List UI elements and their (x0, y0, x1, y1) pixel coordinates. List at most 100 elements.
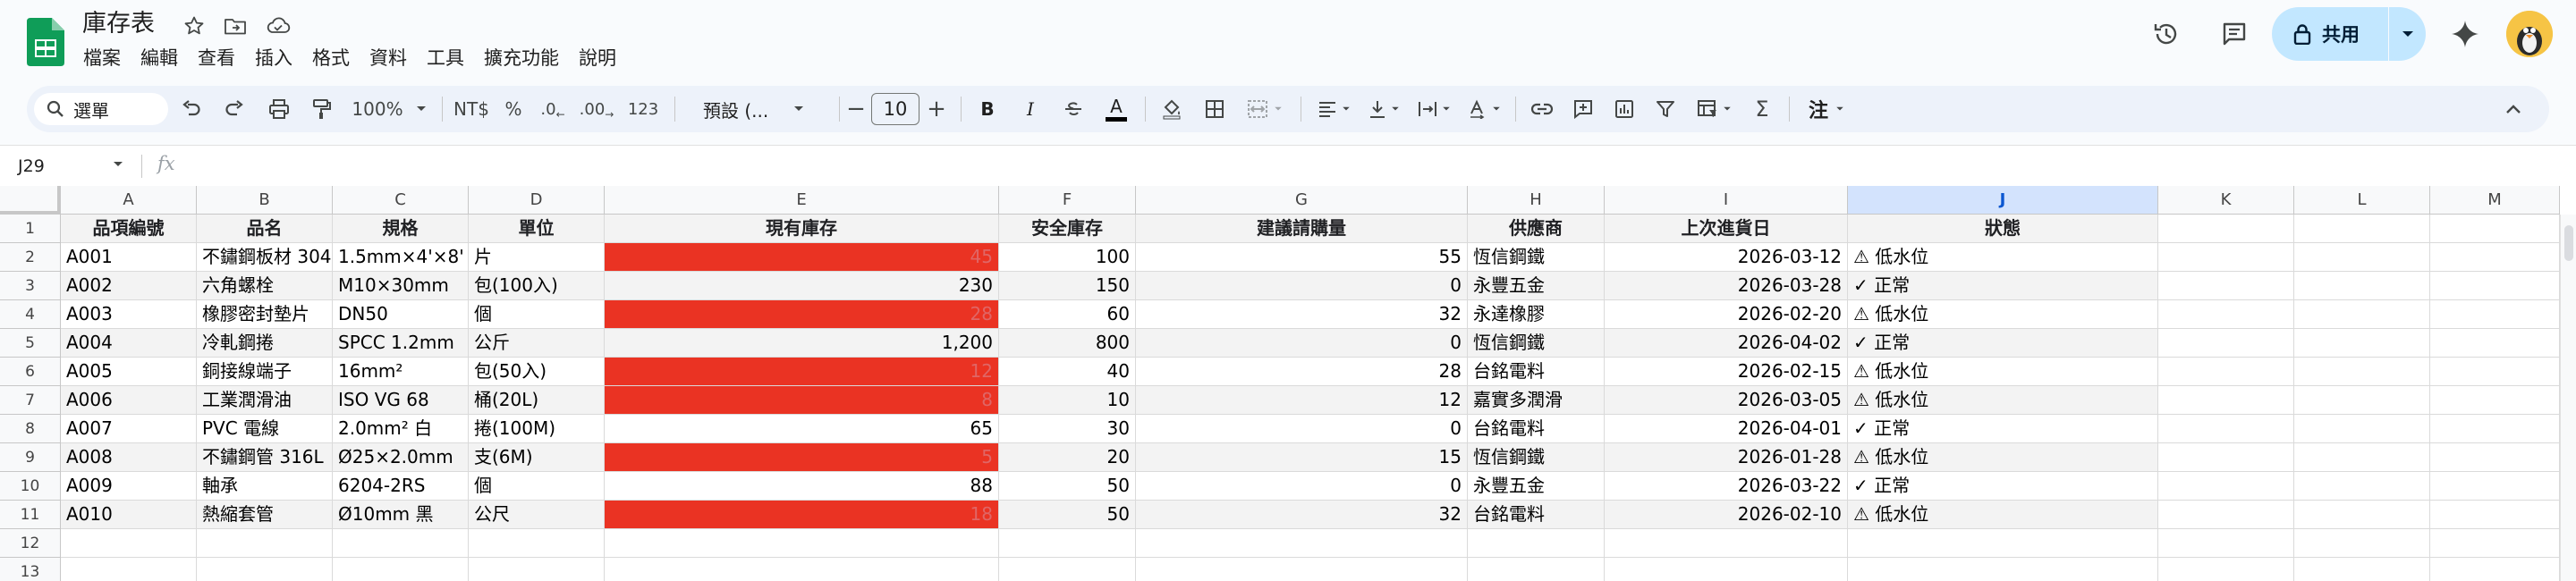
table-cell[interactable] (333, 558, 469, 581)
table-cell[interactable] (2158, 529, 2294, 558)
table-cell[interactable]: 2026-03-28 (1605, 272, 1848, 300)
version-history-icon[interactable] (2148, 16, 2184, 52)
table-cell[interactable] (2430, 329, 2560, 358)
table-cell[interactable]: ⚠ 低水位 (1848, 386, 2158, 415)
column-header-k[interactable]: K (2158, 186, 2294, 215)
row-header-4[interactable]: 4 (0, 300, 61, 329)
table-cell[interactable] (999, 529, 1136, 558)
table-cell[interactable] (2430, 243, 2560, 272)
filter-icon[interactable] (1649, 93, 1682, 125)
table-cell[interactable]: 包(50入) (469, 358, 605, 386)
row-header-12[interactable]: 12 (0, 529, 61, 558)
table-cell[interactable]: 5 (605, 443, 999, 472)
header-cell[interactable]: 供應商 (1468, 215, 1605, 243)
table-cell[interactable]: 16mm² (333, 358, 469, 386)
table-cell[interactable] (1468, 529, 1605, 558)
table-cell[interactable] (197, 529, 333, 558)
table-cell[interactable]: 30 (999, 415, 1136, 443)
italic-button[interactable]: I (1014, 93, 1046, 125)
row-header-13[interactable]: 13 (0, 558, 61, 581)
table-cell[interactable]: 18 (605, 501, 999, 529)
vertical-align-icon[interactable] (1361, 93, 1406, 125)
table-cell[interactable]: 10 (999, 386, 1136, 415)
table-cell[interactable] (2430, 529, 2560, 558)
font-size-input[interactable]: 10 (871, 93, 919, 125)
horizontal-align-icon[interactable] (1311, 93, 1356, 125)
table-cell[interactable]: 12 (605, 358, 999, 386)
table-cell[interactable] (2294, 272, 2430, 300)
table-cell[interactable]: 台銘電料 (1468, 415, 1605, 443)
table-cell[interactable]: 片 (469, 243, 605, 272)
move-to-folder-icon[interactable] (220, 11, 250, 41)
table-cell[interactable] (999, 558, 1136, 581)
chevron-down-icon[interactable] (2389, 7, 2426, 61)
table-cell[interactable] (469, 558, 605, 581)
table-cell[interactable] (2294, 215, 2430, 243)
column-header-j[interactable]: J (1848, 186, 2158, 215)
table-cell[interactable]: 六角螺栓 (197, 272, 333, 300)
table-cell[interactable]: 恆信鋼鐵 (1468, 243, 1605, 272)
table-cell[interactable] (197, 558, 333, 581)
row-header-8[interactable]: 8 (0, 415, 61, 443)
menu-edit[interactable]: 編輯 (131, 45, 188, 72)
table-cell[interactable]: A002 (61, 272, 197, 300)
table-cell[interactable] (2294, 243, 2430, 272)
column-header-l[interactable]: L (2294, 186, 2430, 215)
table-cell[interactable]: Ø25×2.0mm (333, 443, 469, 472)
table-cell[interactable] (2430, 415, 2560, 443)
table-cell[interactable] (1848, 529, 2158, 558)
table-cell[interactable]: 1,200 (605, 329, 999, 358)
table-cell[interactable]: Ø10mm 黑 (333, 501, 469, 529)
text-rotation-icon[interactable] (1462, 93, 1506, 125)
table-cell[interactable]: 100 (999, 243, 1136, 272)
column-header-i[interactable]: I (1605, 186, 1848, 215)
table-cell[interactable]: 不鏽鋼板材 304 (197, 243, 333, 272)
merge-cells-icon[interactable] (1240, 93, 1290, 125)
table-cell[interactable]: 恆信鋼鐵 (1468, 443, 1605, 472)
table-cell[interactable]: A004 (61, 329, 197, 358)
insert-comment-icon[interactable] (1567, 93, 1599, 125)
cloud-saved-icon[interactable] (263, 11, 293, 41)
table-cell[interactable] (2430, 501, 2560, 529)
table-cell[interactable]: 2026-04-01 (1605, 415, 1848, 443)
row-header-3[interactable]: 3 (0, 272, 61, 300)
increase-decimal-button[interactable]: .00 → (576, 93, 617, 125)
row-header-10[interactable]: 10 (0, 472, 61, 501)
table-cell[interactable]: A009 (61, 472, 197, 501)
menu-search-box[interactable]: 選單 (34, 93, 168, 125)
increase-font-size-icon[interactable]: + (923, 93, 950, 125)
table-cell[interactable]: 2.0mm² 白 (333, 415, 469, 443)
table-cell[interactable]: 55 (1136, 243, 1468, 272)
header-cell[interactable]: 品名 (197, 215, 333, 243)
borders-icon[interactable] (1199, 93, 1231, 125)
table-cell[interactable] (2158, 243, 2294, 272)
table-cell[interactable]: 150 (999, 272, 1136, 300)
table-cell[interactable] (2430, 300, 2560, 329)
menu-extensions[interactable]: 擴充功能 (474, 45, 569, 72)
header-cell[interactable]: 建議請購量 (1136, 215, 1468, 243)
table-cell[interactable] (2158, 358, 2294, 386)
column-header-g[interactable]: G (1136, 186, 1468, 215)
table-cell[interactable]: 永達橡膠 (1468, 300, 1605, 329)
table-cell[interactable]: 50 (999, 472, 1136, 501)
table-cell[interactable]: 永豐五金 (1468, 272, 1605, 300)
table-cell[interactable]: 2026-04-02 (1605, 329, 1848, 358)
table-cell[interactable] (2430, 358, 2560, 386)
table-cell[interactable] (2294, 358, 2430, 386)
table-cell[interactable] (1848, 558, 2158, 581)
column-header-a[interactable]: A (61, 186, 197, 215)
table-cell[interactable]: A005 (61, 358, 197, 386)
table-cell[interactable]: ✓ 正常 (1848, 329, 2158, 358)
table-cell[interactable] (2294, 529, 2430, 558)
table-cell[interactable] (2158, 443, 2294, 472)
table-cell[interactable]: 28 (1136, 358, 1468, 386)
row-header-2[interactable]: 2 (0, 243, 61, 272)
table-cell[interactable]: 0 (1136, 415, 1468, 443)
collapse-menus-icon[interactable] (2497, 93, 2529, 125)
table-cell[interactable]: A008 (61, 443, 197, 472)
table-cell[interactable]: 捲(100M) (469, 415, 605, 443)
table-cell[interactable] (2294, 386, 2430, 415)
column-header-d[interactable]: D (469, 186, 605, 215)
table-cell[interactable]: M10×30mm (333, 272, 469, 300)
table-cell[interactable]: 12 (1136, 386, 1468, 415)
